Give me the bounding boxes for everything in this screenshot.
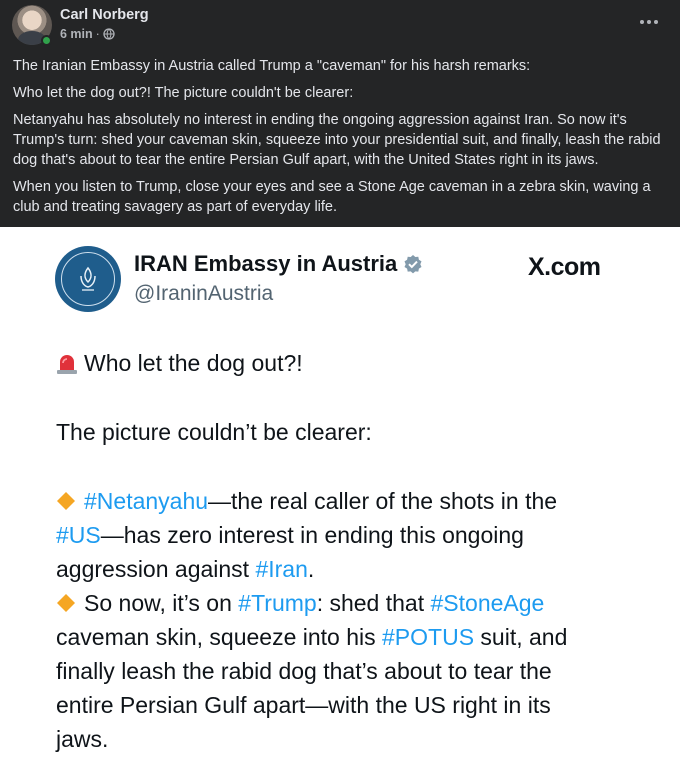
globe-icon	[103, 28, 115, 40]
tweet-body: Who let the dog out?! The picture couldn…	[56, 346, 636, 756]
verified-badge-icon	[404, 255, 422, 274]
tweet-line: So now, it’s on #Trump: shed that #Stone…	[56, 586, 636, 620]
hashtag-iran[interactable]: #Iran	[255, 556, 307, 582]
tweet-text: —the real caller of the shots in the	[208, 488, 558, 514]
post-time[interactable]: 6 min	[60, 27, 93, 41]
tweet-text: caveman skin, squeeze into his	[56, 624, 383, 650]
embassy-logo	[55, 246, 121, 312]
tweet-text: —has zero interest in ending this ongoin…	[100, 522, 524, 548]
tweet-line: Who let the dog out?!	[56, 346, 636, 380]
tweet-line: jaws.	[56, 726, 109, 752]
tweet-line: entire Persian Gulf apart—with the US ri…	[56, 692, 551, 718]
author-name[interactable]: Carl Norberg	[60, 7, 149, 23]
hashtag-stoneage[interactable]: #StoneAge	[431, 590, 545, 616]
tweet-text: aggression against	[56, 556, 256, 582]
orange-diamond-emoji-icon	[57, 492, 75, 510]
post-paragraph: Netanyahu has absolutely no interest in …	[13, 112, 661, 168]
post-text: The Iranian Embassy in Austria called Tr…	[13, 56, 673, 224]
more-options-icon[interactable]	[636, 12, 662, 32]
tweet-line: #US—has zero interest in ending this ong…	[56, 518, 636, 552]
post-meta: 6 min ·	[60, 27, 115, 41]
post-paragraph: Who let the dog out?! The picture couldn…	[13, 85, 354, 101]
tweet-text: So now, it’s on	[84, 590, 239, 616]
online-status-icon	[41, 35, 52, 46]
tweet-text: : shed that	[316, 590, 431, 616]
post-header: Carl Norberg 6 min ·	[0, 0, 680, 50]
hashtag-trump[interactable]: #Trump	[238, 590, 316, 616]
tweet-line: The picture couldn’t be clearer:	[56, 419, 372, 445]
tweet-handle: @IraninAustria	[134, 282, 274, 305]
tweet-line: #Netanyahu—the real caller of the shots …	[56, 484, 636, 518]
post-paragraph: The Iranian Embassy in Austria called Tr…	[13, 58, 531, 74]
orange-diamond-emoji-icon	[57, 594, 75, 612]
tweet-line: aggression against #Iran.	[56, 552, 636, 586]
source-label: X.com	[528, 253, 601, 281]
siren-emoji-icon	[57, 355, 77, 374]
tweet-text: suit, and	[474, 624, 568, 650]
tweet-line: finally leash the rabid dog that’s about…	[56, 658, 552, 684]
tweet-account-name: IRAN Embassy in Austria	[134, 251, 423, 277]
emblem-icon	[80, 266, 96, 291]
hashtag-us[interactable]: #US	[56, 522, 101, 548]
hashtag-potus[interactable]: #POTUS	[382, 624, 474, 650]
tweet-line: caveman skin, squeeze into his #POTUS su…	[56, 620, 636, 654]
tweet-text: .	[307, 556, 315, 582]
meta-separator: ·	[95, 27, 100, 41]
account-name-text: IRAN Embassy in Austria	[134, 251, 398, 276]
hashtag-netanyahu[interactable]: #Netanyahu	[84, 488, 208, 514]
tweet-text-1: Who let the dog out?!	[84, 350, 303, 376]
post-paragraph: When you listen to Trump, close your eye…	[13, 179, 651, 215]
